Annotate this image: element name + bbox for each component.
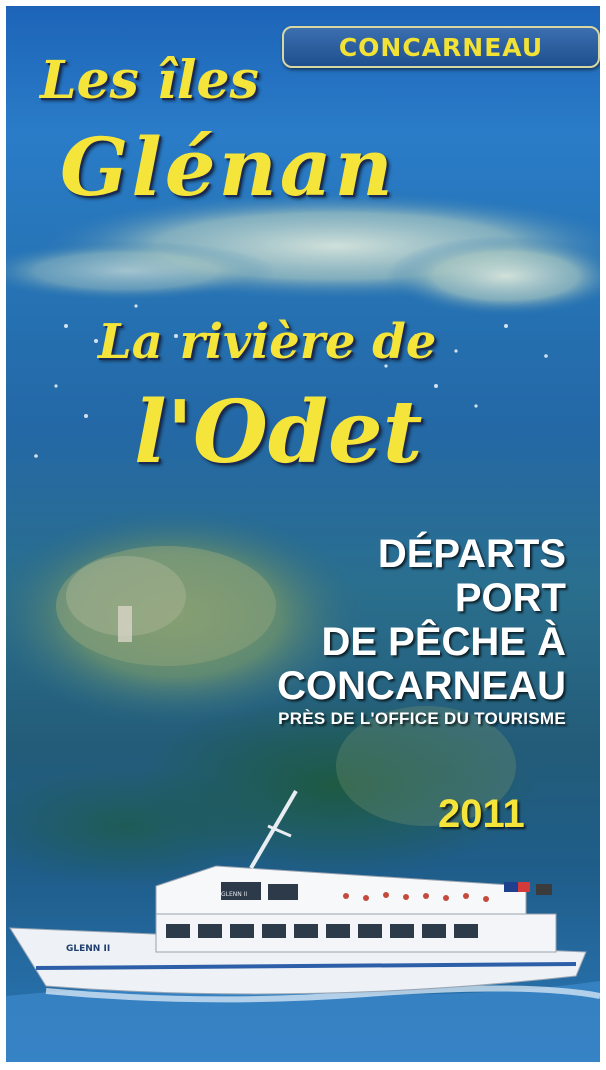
title-odet: l'Odet [134, 382, 423, 483]
badge-label: CONCARNEAU [338, 32, 544, 62]
season-year: 2011 [438, 792, 525, 836]
flyer-cover: GLENN II GLENN II CONCARNEAU Les îles Gl… [6, 6, 600, 1062]
departures-line-2: PORT [454, 576, 566, 620]
destination-badge: CONCARNEAU [282, 26, 600, 68]
boat-name-cabin: GLENN II [221, 891, 247, 898]
boat-name: GLENN II [66, 944, 110, 954]
title-la-riviere: La rivière de [98, 314, 437, 370]
departures-note: PRÈS DE L'OFFICE DU TOURISME [278, 709, 566, 728]
departures-line-1: DÉPARTS [377, 532, 566, 576]
departures-line-4: CONCARNEAU [277, 664, 566, 708]
departures-block: DÉPARTS PORT DE PÊCHE À CONCARNEAU PRÈS … [277, 534, 566, 727]
departures-line-3: DE PÊCHE À [321, 620, 567, 664]
title-glenan: Glénan [60, 120, 396, 214]
title-les-iles: Les îles [40, 50, 259, 111]
